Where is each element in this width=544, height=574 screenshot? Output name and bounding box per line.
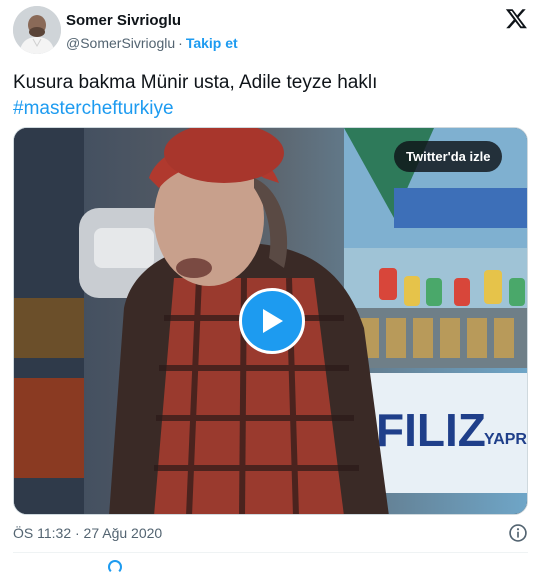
hashtag-link[interactable]: #masterchefturkiye	[13, 96, 533, 122]
play-icon	[263, 309, 283, 333]
separator-dot: ·	[178, 35, 183, 51]
author-handle-row: @SomerSivrioglu · Takip et	[66, 35, 238, 51]
watch-on-twitter-button[interactable]: Twitter'da izle	[394, 141, 503, 172]
sign-text-2: YAPRA	[484, 431, 528, 448]
info-icon[interactable]	[508, 523, 528, 543]
footer-divider	[13, 552, 528, 553]
author-name[interactable]: Somer Sivrioglu	[66, 12, 181, 29]
author-handle[interactable]: @SomerSivrioglu	[66, 35, 175, 51]
author-avatar[interactable]	[13, 6, 61, 54]
tweet-timestamp[interactable]: ÖS 11:32 · 27 Ağu 2020	[13, 525, 162, 541]
x-logo-icon[interactable]	[505, 7, 528, 30]
play-button[interactable]	[239, 288, 305, 354]
sign-text: FILIZ	[376, 404, 486, 456]
person-avatar-icon	[13, 6, 61, 54]
follow-button[interactable]: Takip et	[186, 35, 238, 51]
tweet-embed-card: Somer Sivrioglu @SomerSivrioglu · Takip et…	[0, 0, 544, 574]
tweet-text: Kusura bakma Münir usta, Adile teyze hak…	[13, 70, 533, 122]
reply-icon[interactable]	[108, 560, 122, 574]
video-player[interactable]: FILIZ YAPRA Twitter'da izle	[13, 127, 528, 515]
tweet-text-line: Kusura bakma Münir usta, Adile teyze hak…	[13, 72, 378, 93]
